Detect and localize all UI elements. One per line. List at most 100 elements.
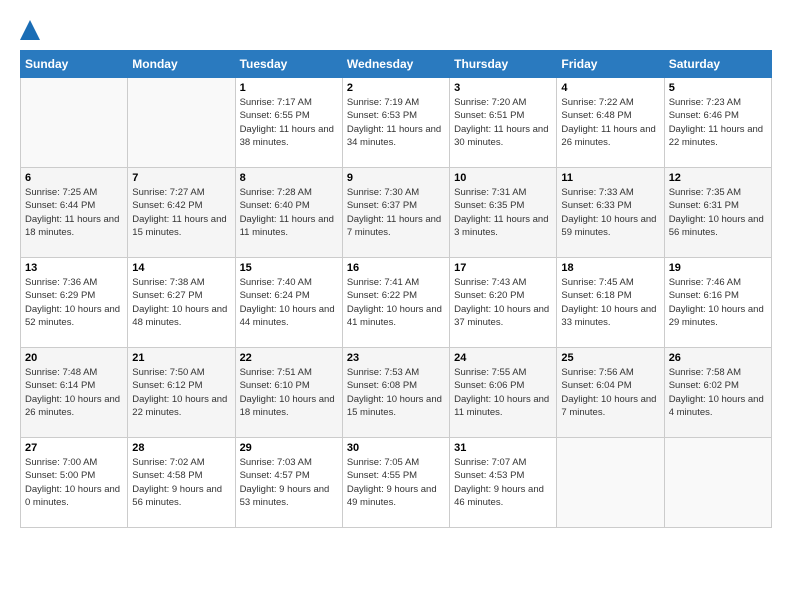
day-number: 13 [25,262,123,274]
day-info: Sunrise: 7:33 AM Sunset: 6:33 PM Dayligh… [561,186,659,239]
day-number: 3 [454,82,552,94]
day-number: 21 [132,352,230,364]
day-number: 18 [561,262,659,274]
day-number: 26 [669,352,767,364]
calendar-cell: 19 Sunrise: 7:46 AM Sunset: 6:16 PM Dayli… [664,258,771,348]
day-info: Sunrise: 7:30 AM Sunset: 6:37 PM Dayligh… [347,186,445,239]
calendar-cell: 14Sunrise: 7:38 AM Sunset: 6:27 PM Dayli… [128,258,235,348]
day-info: Sunrise: 7:17 AM Sunset: 6:55 PM Dayligh… [240,96,338,149]
calendar-cell: 22 Sunrise: 7:51 AM Sunset: 6:10 PM Dayli… [235,348,342,438]
logo [20,20,46,40]
calendar-cell: 30 Sunrise: 7:05 AM Sunset: 4:55 PM Dayli… [342,438,449,528]
calendar-cell: 20 Sunrise: 7:48 AM Sunset: 6:14 PM Dayli… [21,348,128,438]
day-number: 4 [561,82,659,94]
calendar-cell: 2 Sunrise: 7:19 AM Sunset: 6:53 PM Daylig… [342,78,449,168]
calendar-week-row: 20 Sunrise: 7:48 AM Sunset: 6:14 PM Dayli… [21,348,772,438]
day-number: 14 [132,262,230,274]
day-number: 17 [454,262,552,274]
calendar-cell: 13 Sunrise: 7:36 AM Sunset: 6:29 PM Dayli… [21,258,128,348]
calendar-table: SundayMondayTuesdayWednesdayThursdayFrid… [20,50,772,528]
day-number: 2 [347,82,445,94]
day-number: 31 [454,442,552,454]
calendar-cell: 28 Sunrise: 7:02 AM Sunset: 4:58 PM Dayli… [128,438,235,528]
day-number: 9 [347,172,445,184]
day-number: 6 [25,172,123,184]
calendar-cell: 31 Sunrise: 7:07 AM Sunset: 4:53 PM Dayli… [450,438,557,528]
day-number: 1 [240,82,338,94]
day-info: Sunrise: 7:48 AM Sunset: 6:14 PM Dayligh… [25,366,123,419]
day-info: Sunrise: 7:19 AM Sunset: 6:53 PM Dayligh… [347,96,445,149]
day-info: Sunrise: 7:07 AM Sunset: 4:53 PM Dayligh… [454,456,552,509]
logo-icon [20,20,40,40]
day-info: Sunrise: 7:45 AM Sunset: 6:18 PM Dayligh… [561,276,659,329]
calendar-cell: 18 Sunrise: 7:45 AM Sunset: 6:18 PM Dayli… [557,258,664,348]
day-info: Sunrise: 7:27 AM Sunset: 6:42 PM Dayligh… [132,186,230,239]
day-info: Sunrise: 7:50 AM Sunset: 6:12 PM Dayligh… [132,366,230,419]
day-number: 7 [132,172,230,184]
day-number: 29 [240,442,338,454]
day-number: 12 [669,172,767,184]
day-info: Sunrise: 7:53 AM Sunset: 6:08 PM Dayligh… [347,366,445,419]
day-number: 11 [561,172,659,184]
day-number: 23 [347,352,445,364]
calendar-cell: 9 Sunrise: 7:30 AM Sunset: 6:37 PM Daylig… [342,168,449,258]
calendar-cell [557,438,664,528]
calendar-cell: 15Sunrise: 7:40 AM Sunset: 6:24 PM Dayli… [235,258,342,348]
calendar-cell: 27 Sunrise: 7:00 AM Sunset: 5:00 PM Dayli… [21,438,128,528]
calendar-cell: 6 Sunrise: 7:25 AM Sunset: 6:44 PM Daylig… [21,168,128,258]
calendar-cell [21,78,128,168]
day-info: Sunrise: 7:55 AM Sunset: 6:06 PM Dayligh… [454,366,552,419]
calendar-cell: 25Sunrise: 7:56 AM Sunset: 6:04 PM Dayli… [557,348,664,438]
day-info: Sunrise: 7:58 AM Sunset: 6:02 PM Dayligh… [669,366,767,419]
day-info: Sunrise: 7:46 AM Sunset: 6:16 PM Dayligh… [669,276,767,329]
day-info: Sunrise: 7:00 AM Sunset: 5:00 PM Dayligh… [25,456,123,509]
day-number: 19 [669,262,767,274]
calendar-week-row: 6 Sunrise: 7:25 AM Sunset: 6:44 PM Daylig… [21,168,772,258]
day-number: 20 [25,352,123,364]
calendar-week-row: 27 Sunrise: 7:00 AM Sunset: 5:00 PM Dayli… [21,438,772,528]
calendar-week-row: 13 Sunrise: 7:36 AM Sunset: 6:29 PM Dayli… [21,258,772,348]
day-info: Sunrise: 7:02 AM Sunset: 4:58 PM Dayligh… [132,456,230,509]
day-info: Sunrise: 7:22 AM Sunset: 6:48 PM Dayligh… [561,96,659,149]
day-number: 16 [347,262,445,274]
calendar-cell: 21 Sunrise: 7:50 AM Sunset: 6:12 PM Dayli… [128,348,235,438]
day-number: 25 [561,352,659,364]
calendar-week-row: 1 Sunrise: 7:17 AM Sunset: 6:55 PM Daylig… [21,78,772,168]
day-info: Sunrise: 7:35 AM Sunset: 6:31 PM Dayligh… [669,186,767,239]
calendar-header: SundayMondayTuesdayWednesdayThursdayFrid… [21,51,772,78]
day-info: Sunrise: 7:36 AM Sunset: 6:29 PM Dayligh… [25,276,123,329]
weekday-header: Thursday [450,51,557,78]
day-info: Sunrise: 7:51 AM Sunset: 6:10 PM Dayligh… [240,366,338,419]
calendar-cell: 17 Sunrise: 7:43 AM Sunset: 6:20 PM Dayli… [450,258,557,348]
day-number: 27 [25,442,123,454]
calendar-cell: 4 Sunrise: 7:22 AM Sunset: 6:48 PM Daylig… [557,78,664,168]
day-info: Sunrise: 7:23 AM Sunset: 6:46 PM Dayligh… [669,96,767,149]
calendar-cell: 8Sunrise: 7:28 AM Sunset: 6:40 PM Daylig… [235,168,342,258]
weekday-header: Wednesday [342,51,449,78]
day-info: Sunrise: 7:41 AM Sunset: 6:22 PM Dayligh… [347,276,445,329]
calendar-cell: 24Sunrise: 7:55 AM Sunset: 6:06 PM Dayli… [450,348,557,438]
calendar-cell: 1 Sunrise: 7:17 AM Sunset: 6:55 PM Daylig… [235,78,342,168]
day-info: Sunrise: 7:03 AM Sunset: 4:57 PM Dayligh… [240,456,338,509]
day-info: Sunrise: 7:05 AM Sunset: 4:55 PM Dayligh… [347,456,445,509]
day-number: 22 [240,352,338,364]
day-info: Sunrise: 7:40 AM Sunset: 6:24 PM Dayligh… [240,276,338,329]
calendar-cell: 12 Sunrise: 7:35 AM Sunset: 6:31 PM Dayli… [664,168,771,258]
calendar-cell: 3Sunrise: 7:20 AM Sunset: 6:51 PM Daylig… [450,78,557,168]
weekday-row: SundayMondayTuesdayWednesdayThursdayFrid… [21,51,772,78]
weekday-header: Sunday [21,51,128,78]
calendar-cell: 11 Sunrise: 7:33 AM Sunset: 6:33 PM Dayli… [557,168,664,258]
day-info: Sunrise: 7:25 AM Sunset: 6:44 PM Dayligh… [25,186,123,239]
day-info: Sunrise: 7:28 AM Sunset: 6:40 PM Dayligh… [240,186,338,239]
day-number: 28 [132,442,230,454]
day-info: Sunrise: 7:31 AM Sunset: 6:35 PM Dayligh… [454,186,552,239]
day-info: Sunrise: 7:43 AM Sunset: 6:20 PM Dayligh… [454,276,552,329]
day-number: 10 [454,172,552,184]
weekday-header: Monday [128,51,235,78]
page-header [20,20,772,40]
calendar-cell [128,78,235,168]
calendar-cell: 5Sunrise: 7:23 AM Sunset: 6:46 PM Daylig… [664,78,771,168]
calendar-cell: 10 Sunrise: 7:31 AM Sunset: 6:35 PM Dayli… [450,168,557,258]
day-number: 30 [347,442,445,454]
weekday-header: Tuesday [235,51,342,78]
